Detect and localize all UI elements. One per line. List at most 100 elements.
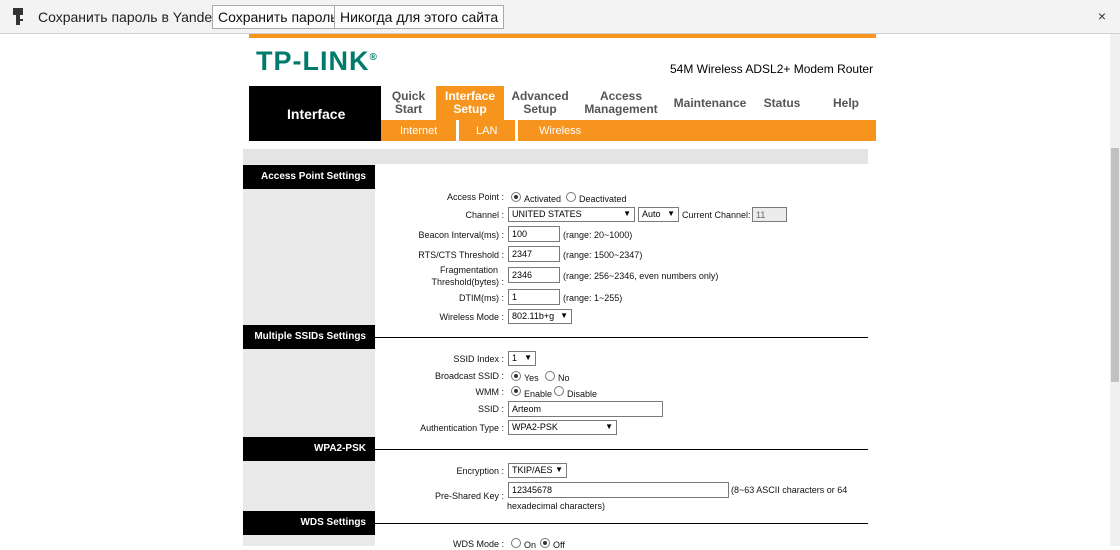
subtab-internet[interactable]: Internet <box>400 125 437 137</box>
section-divider <box>375 523 868 524</box>
access-point-label: Access Point : <box>446 192 504 202</box>
ssid-index-select[interactable]: 1 ▼ <box>508 351 536 366</box>
ssid-label: SSID : <box>477 404 504 414</box>
tab-line: Start <box>394 102 423 116</box>
authentication-type-select[interactable]: WPA2-PSK ▼ <box>508 420 617 435</box>
password-bar-message: Сохранить пароль в Yandex? <box>38 9 227 25</box>
country-value: UNITED STATES <box>512 209 582 219</box>
channel-select[interactable]: Auto ▼ <box>638 207 679 222</box>
ssid-input[interactable]: Arteom <box>508 401 663 417</box>
key-hint-line1: (8~63 ASCII characters or 64 <box>731 485 848 495</box>
tab-line: Maintenance <box>673 96 747 110</box>
tab-status[interactable]: Status <box>754 86 810 120</box>
page-scrollbar[interactable] <box>1110 34 1120 546</box>
ssid-index-label: SSID Index : <box>453 354 504 364</box>
dtim-label: DTIM(ms) : <box>459 293 504 303</box>
section-wpa2-psk: WPA2-PSK <box>243 437 375 461</box>
tab-line: Status <box>763 96 801 110</box>
tab-line: Setup <box>523 102 557 116</box>
logo-text: TP-LINK <box>256 46 370 76</box>
wds-on-label: On <box>524 540 537 550</box>
broadcast-yes-label: Yes <box>524 373 539 383</box>
wds-off-label: Off <box>553 540 565 550</box>
scrollbar-thumb[interactable] <box>1111 148 1119 382</box>
beacon-range-hint: (range: 20~1000) <box>563 230 633 240</box>
tab-advanced-setup[interactable]: Advanced Setup <box>504 86 576 120</box>
fragmentation-input[interactable]: 2346 <box>508 267 560 283</box>
chevron-down-icon: ▼ <box>605 422 613 431</box>
deactivated-label: Deactivated <box>579 194 627 204</box>
save-password-button[interactable]: Сохранить пароль <box>212 5 344 29</box>
wireless-mode-value: 802.11b+g <box>512 311 555 321</box>
wmm-enable-radio[interactable] <box>511 386 521 396</box>
wireless-mode-select[interactable]: 802.11b+g ▼ <box>508 309 572 324</box>
country-select[interactable]: UNITED STATES ▼ <box>508 207 635 222</box>
tplink-logo: TP-LINK® <box>256 46 378 77</box>
beacon-interval-label: Beacon Interval(ms) : <box>418 230 504 240</box>
wds-off-radio[interactable] <box>540 538 550 548</box>
broadcast-no-radio[interactable] <box>545 371 555 381</box>
tab-line: Management <box>584 102 658 116</box>
section-divider <box>375 337 868 338</box>
section-label-column <box>243 164 375 546</box>
key-hint-line2: hexadecimal characters) <box>507 501 606 511</box>
rts-threshold-input[interactable]: 2347 <box>508 246 560 262</box>
rts-threshold-label: RTS/CTS Threshold : <box>418 250 504 260</box>
tab-quick-start[interactable]: Quick Start <box>381 86 436 120</box>
password-save-bar: Сохранить пароль в Yandex? Сохранить пар… <box>0 0 1120 34</box>
broadcast-no-label: No <box>558 373 570 383</box>
section-wds: WDS Settings <box>243 511 375 535</box>
fragmentation-range-hint: (range: 256~2346, even numbers only) <box>563 271 719 281</box>
broadcast-ssid-label: Broadcast SSID : <box>434 371 504 381</box>
pre-shared-key-input[interactable]: 12345678 <box>508 482 729 498</box>
main-nav: Quick Start Interface Setup Advanced Set… <box>381 86 876 120</box>
wmm-disable-radio[interactable] <box>554 386 564 396</box>
chevron-down-icon: ▼ <box>555 465 563 474</box>
beacon-interval-input[interactable]: 100 <box>508 226 560 242</box>
subtab-lan[interactable]: LAN <box>476 125 497 137</box>
authentication-type-value: WPA2-PSK <box>512 422 558 432</box>
tab-help[interactable]: Help <box>816 86 876 120</box>
wmm-disable-label: Disable <box>567 389 598 399</box>
nav-section-title: Interface <box>249 86 381 141</box>
never-save-button[interactable]: Никогда для этого сайта <box>334 5 505 29</box>
channel-label: Channel : <box>465 210 504 220</box>
tab-line: Help <box>832 96 859 110</box>
ssid-index-value: 1 <box>512 353 518 363</box>
current-channel-label: Current Channel: <box>682 210 751 220</box>
tab-maintenance[interactable]: Maintenance <box>666 86 754 120</box>
close-icon[interactable]: × <box>1098 8 1106 24</box>
tab-line: Setup <box>453 102 487 116</box>
wireless-mode-label: Wireless Mode : <box>439 312 504 322</box>
section-access-point: Access Point Settings <box>243 165 375 189</box>
section-divider <box>375 449 868 450</box>
encryption-value: TKIP/AES <box>512 465 553 475</box>
key-icon <box>13 8 23 25</box>
header-accent-line <box>249 34 876 38</box>
tab-access-management[interactable]: Access Management <box>576 86 666 120</box>
rts-range-hint: (range: 1500~2347) <box>563 250 643 260</box>
sub-nav: Internet LAN Wireless <box>381 120 876 141</box>
broadcast-yes-radio[interactable] <box>511 371 521 381</box>
chevron-down-icon: ▼ <box>560 311 568 320</box>
activated-label: Activated <box>524 194 562 204</box>
encryption-select[interactable]: TKIP/AES ▼ <box>508 463 567 478</box>
deactivated-radio[interactable] <box>566 192 576 202</box>
model-name: 54M Wireless ADSL2+ Modem Router <box>670 62 874 76</box>
dtim-range-hint: (range: 1~255) <box>563 293 623 303</box>
authentication-type-label: Authentication Type : <box>420 423 504 433</box>
channel-value: Auto <box>642 209 661 219</box>
wmm-label: WMM : <box>475 387 505 397</box>
wds-on-radio[interactable] <box>511 538 521 548</box>
subnav-divider <box>515 120 518 141</box>
fragmentation-label-line2: Threshold(bytes) : <box>431 277 504 287</box>
tab-interface-setup[interactable]: Interface Setup <box>436 86 504 120</box>
dtim-input[interactable]: 1 <box>508 289 560 305</box>
activated-radio[interactable] <box>511 192 521 202</box>
subtab-wireless[interactable]: Wireless <box>539 125 581 137</box>
chevron-down-icon: ▼ <box>667 209 675 218</box>
subnav-divider <box>456 120 459 141</box>
current-channel-field: 11 <box>752 207 787 222</box>
wds-mode-label: WDS Mode : <box>452 539 504 549</box>
pre-shared-key-label: Pre-Shared Key : <box>434 491 504 501</box>
